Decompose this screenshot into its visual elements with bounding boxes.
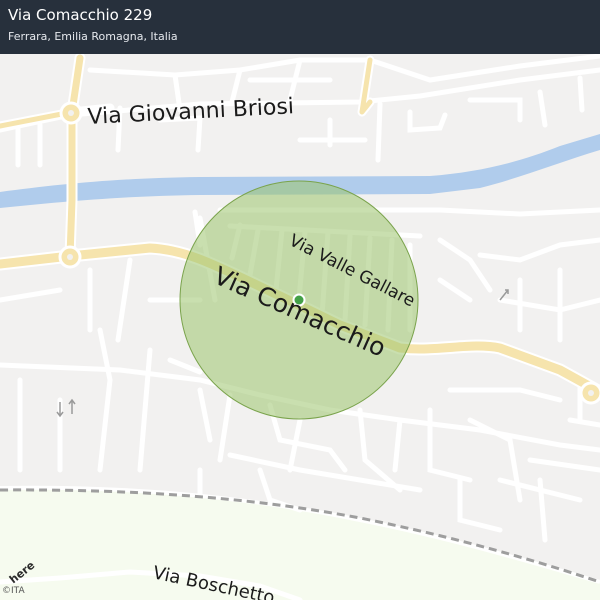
roundabout xyxy=(68,110,74,116)
roundabout xyxy=(67,254,73,260)
street-label-briosi: Via Giovanni Briosi xyxy=(87,94,295,130)
copyright-notice: ©ITA xyxy=(2,586,25,596)
address-subtitle: Ferrara, Emilia Romagna, Italia xyxy=(8,30,178,43)
map-view[interactable]: Via Giovanni Briosi Via Valle Gallare Vi… xyxy=(0,0,600,600)
address-title: Via Comacchio 229 xyxy=(8,6,153,24)
park-area xyxy=(0,487,600,600)
roundabout xyxy=(588,390,594,396)
map-canvas[interactable]: Via Giovanni Briosi Via Valle Gallare Vi… xyxy=(0,0,600,600)
location-header: Via Comacchio 229 Ferrara, Emilia Romagn… xyxy=(0,0,600,54)
